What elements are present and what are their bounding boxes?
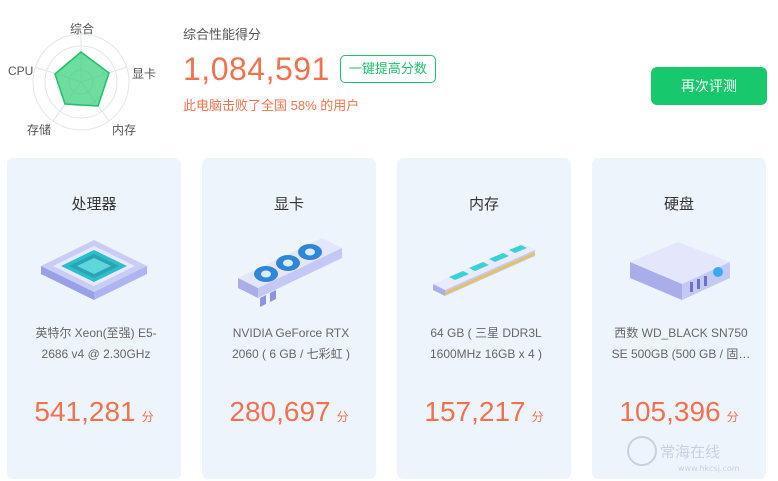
performance-radar-chart: 综合 显卡 内存 存储 CPU [0,14,170,144]
card-title: 显卡 [273,196,304,213]
card-score: 105,396 [619,396,721,427]
overall-score-panel: 综合性能得分 1,084,591 一键提高分数 此电脑击败了全国 58% 的用户 [183,24,436,114]
score-title: 综合性能得分 [183,27,262,42]
overall-score: 1,084,591 [183,51,330,87]
cpu-card: 处理器 英特尔 Xeon(至强) E5-2686 v4 @ 2.30GHz 54… [7,158,181,479]
retest-button[interactable]: 再次评测 [651,67,767,105]
card-description: 64 GB ( 三星 DDR3L 1600MHz 16GB x 4 ) [429,326,543,361]
card-score: 280,697 [229,396,331,427]
card-score: 541,281 [34,396,136,427]
svg-text:www.hkcsj.com: www.hkcsj.com [678,464,740,473]
memory-card: 内存 64 GB ( 三星 DDR3L 1600MHz 16GB x 4 ) 1… [397,158,571,479]
rank-text: 此电脑击败了全国 58% 的用户 [183,98,360,113]
hard-drive-icon [630,242,730,300]
card-title: 硬盘 [663,196,694,213]
card-description: NVIDIA GeForce RTX 2060 ( 6 GB / 七彩虹 ) [231,326,351,361]
cpu-chip-icon [41,240,147,300]
score-unit: 分 [531,410,544,424]
card-score: 157,217 [424,396,526,427]
radar-label-overall: 综合 [70,22,95,36]
radar-label-memory: 内存 [112,123,137,137]
boost-score-button[interactable]: 一键提高分数 [339,55,436,83]
card-title: 处理器 [71,196,117,213]
memory-stick-icon [433,244,535,296]
radar-label-gpu: 显卡 [132,67,157,81]
score-unit: 分 [141,410,154,424]
svg-text:常海在线: 常海在线 [660,443,720,461]
radar-label-storage: 存储 [27,123,52,137]
site-watermark: 常海在线 www.hkcsj.com [627,436,740,473]
gpu-card: 显卡 NVIDIA GeForce RTX 2060 ( 6 GB / 七彩虹 … [202,158,376,479]
radar-label-cpu: CPU [8,64,34,78]
card-title: 内存 [468,196,499,213]
graphics-card-icon [238,238,342,307]
radar-area [54,51,110,107]
score-unit: 分 [726,410,739,424]
card-description: 西数 WD_BLACK SN750 SE 500GB (500 GB / 固… [611,326,751,361]
score-unit: 分 [336,410,349,424]
card-description: 英特尔 Xeon(至强) E5-2686 v4 @ 2.30GHz [35,326,157,361]
